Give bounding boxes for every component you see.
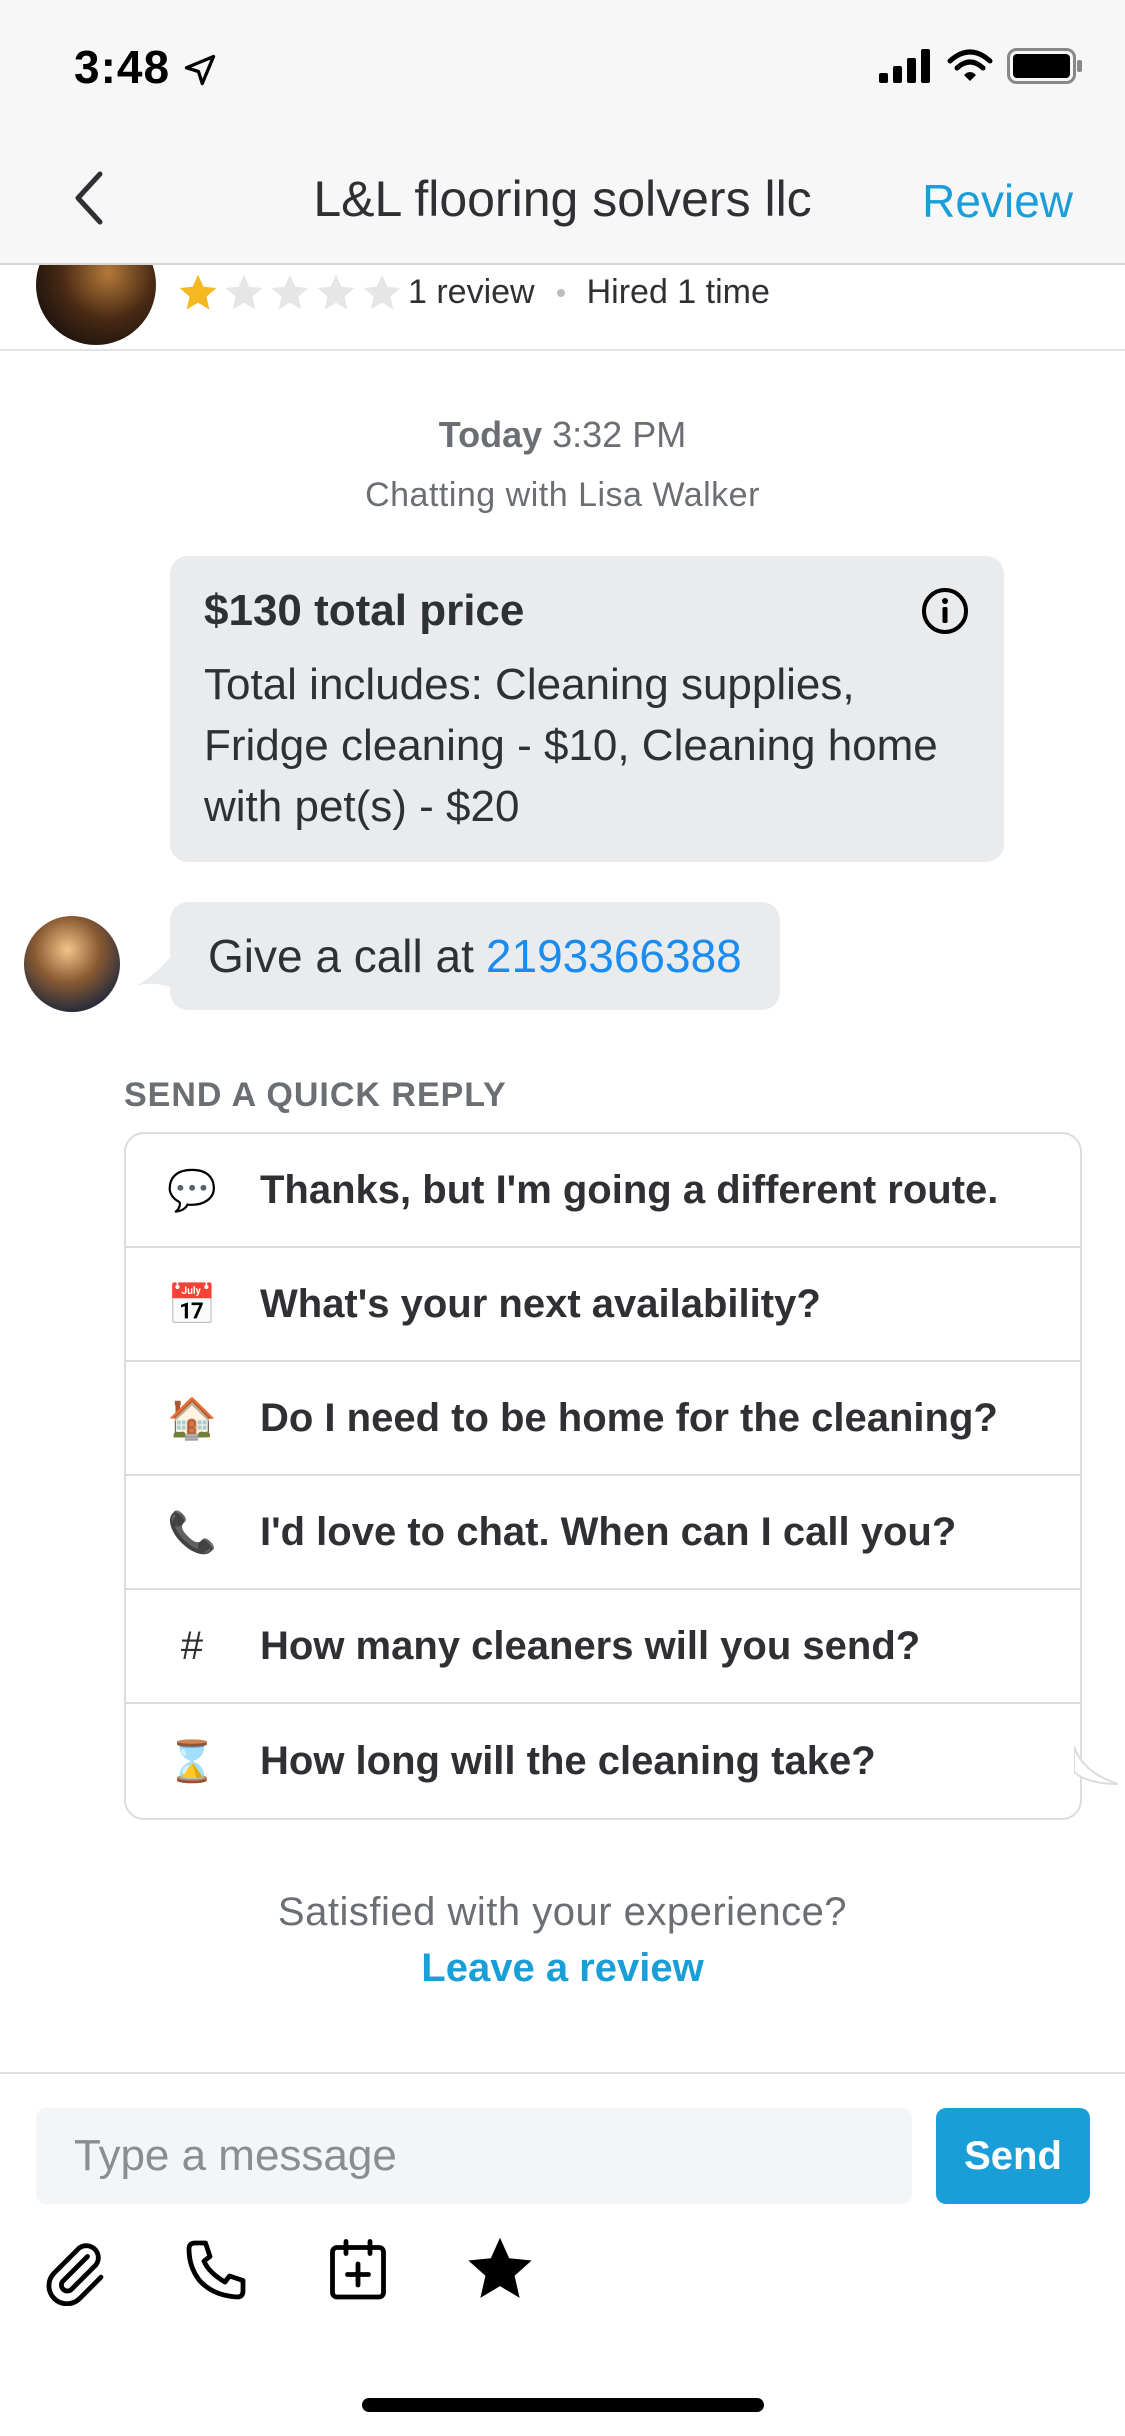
review-count: 1 review [408,273,535,311]
quick-reply-text: I'd love to chat. When can I call you? [260,1509,957,1554]
quick-reply-text: What's your next availability? [260,1281,821,1326]
price-card: $130 total price Total includes: Cleanin… [170,556,1004,862]
price-details: Total includes: Cleaning supplies, Fridg… [204,660,938,831]
calendar-icon: 📅 [167,1282,217,1327]
star-rating [176,271,404,315]
star-empty-icon [225,274,263,310]
leave-review-link[interactable]: Leave a review [0,1946,1125,1991]
quick-reply-item[interactable]: 📅 What's your next availability? [126,1248,1080,1362]
pro-avatar [36,265,156,345]
price-title: $130 total price [204,586,525,635]
quick-reply-text: How many cleaners will you send? [260,1623,921,1668]
quick-reply-tail [1074,1746,1118,1785]
star-empty-icon [317,274,355,310]
home-indicator[interactable] [362,2398,764,2412]
meta-separator [556,288,565,297]
cellular-signal-icon [879,49,930,83]
speech-bubble-icon: 💬 [167,1168,217,1213]
phone-icon [186,2240,246,2300]
paperclip-icon [46,2243,104,2306]
quick-reply-item[interactable]: 💬 Thanks, but I'm going a different rout… [126,1134,1080,1248]
quick-reply-text: How long will the cleaning take? [260,1738,876,1783]
battery-icon [1007,48,1082,84]
quick-reply-item[interactable]: 📞 I'd love to chat. When can I call you? [126,1476,1080,1590]
quick-reply-heading: SEND A QUICK REPLY [124,1076,507,1114]
schedule-button[interactable] [320,2232,396,2308]
review-meta: 1 review Hired 1 time [408,273,770,312]
house-icon: 🏠 [167,1396,217,1441]
message-input[interactable] [36,2108,912,2204]
wifi-icon [947,49,993,81]
sender-avatar [24,916,120,1012]
message-composer: Send [0,2072,1125,2436]
attach-button[interactable] [36,2232,112,2308]
star-filled-icon [179,274,217,310]
review-star-button[interactable] [462,2232,538,2308]
info-icon[interactable] [920,586,970,636]
phone-link[interactable]: 2193366388 [486,929,742,983]
chat-date: Today 3:32 PM [0,414,1125,456]
hourglass-icon: ⌛ [167,1739,217,1784]
hired-count: Hired 1 time [586,273,770,311]
composer-tools [36,2232,538,2308]
quick-reply-text: Do I need to be home for the cleaning? [260,1395,998,1440]
status-bar: 3:48 [0,0,1125,130]
pro-profile-summary[interactable]: 1 review Hired 1 time [0,265,1125,351]
chat-date-time: 3:32 PM [552,414,687,455]
satisfaction-question: Satisfied with your experience? [277,1890,848,1934]
status-time: 3:48 [74,41,171,93]
quick-reply-item[interactable]: 🏠 Do I need to be home for the cleaning? [126,1362,1080,1476]
send-button[interactable]: Send [936,2108,1090,2204]
quick-reply-item[interactable]: # How many cleaners will you send? [126,1590,1080,1704]
nav-bar: L&L flooring solvers llc Review [0,130,1125,265]
message-text: Give a call at [208,930,474,982]
star-empty-icon [271,274,309,310]
location-arrow-icon [184,54,216,86]
review-nav-button[interactable]: Review [922,174,1073,228]
message-bubble: Give a call at 2193366388 [170,902,780,1010]
calendar-add-icon [330,2239,386,2300]
chat-date-day: Today [438,414,543,455]
chatting-with: Chatting with Lisa Walker [365,476,760,514]
call-button[interactable] [178,2232,254,2308]
quick-reply-item[interactable]: ⌛ How long will the cleaning take? [126,1704,1080,1818]
status-icons [879,48,1083,84]
telephone-icon: 📞 [167,1510,217,1555]
star-empty-icon [363,274,401,310]
quick-reply-text: Thanks, but I'm going a different route. [260,1167,999,1212]
quick-reply-list: 💬 Thanks, but I'm going a different rout… [124,1132,1082,1820]
star-icon [468,2237,532,2298]
hash-icon: # [180,1623,204,1668]
